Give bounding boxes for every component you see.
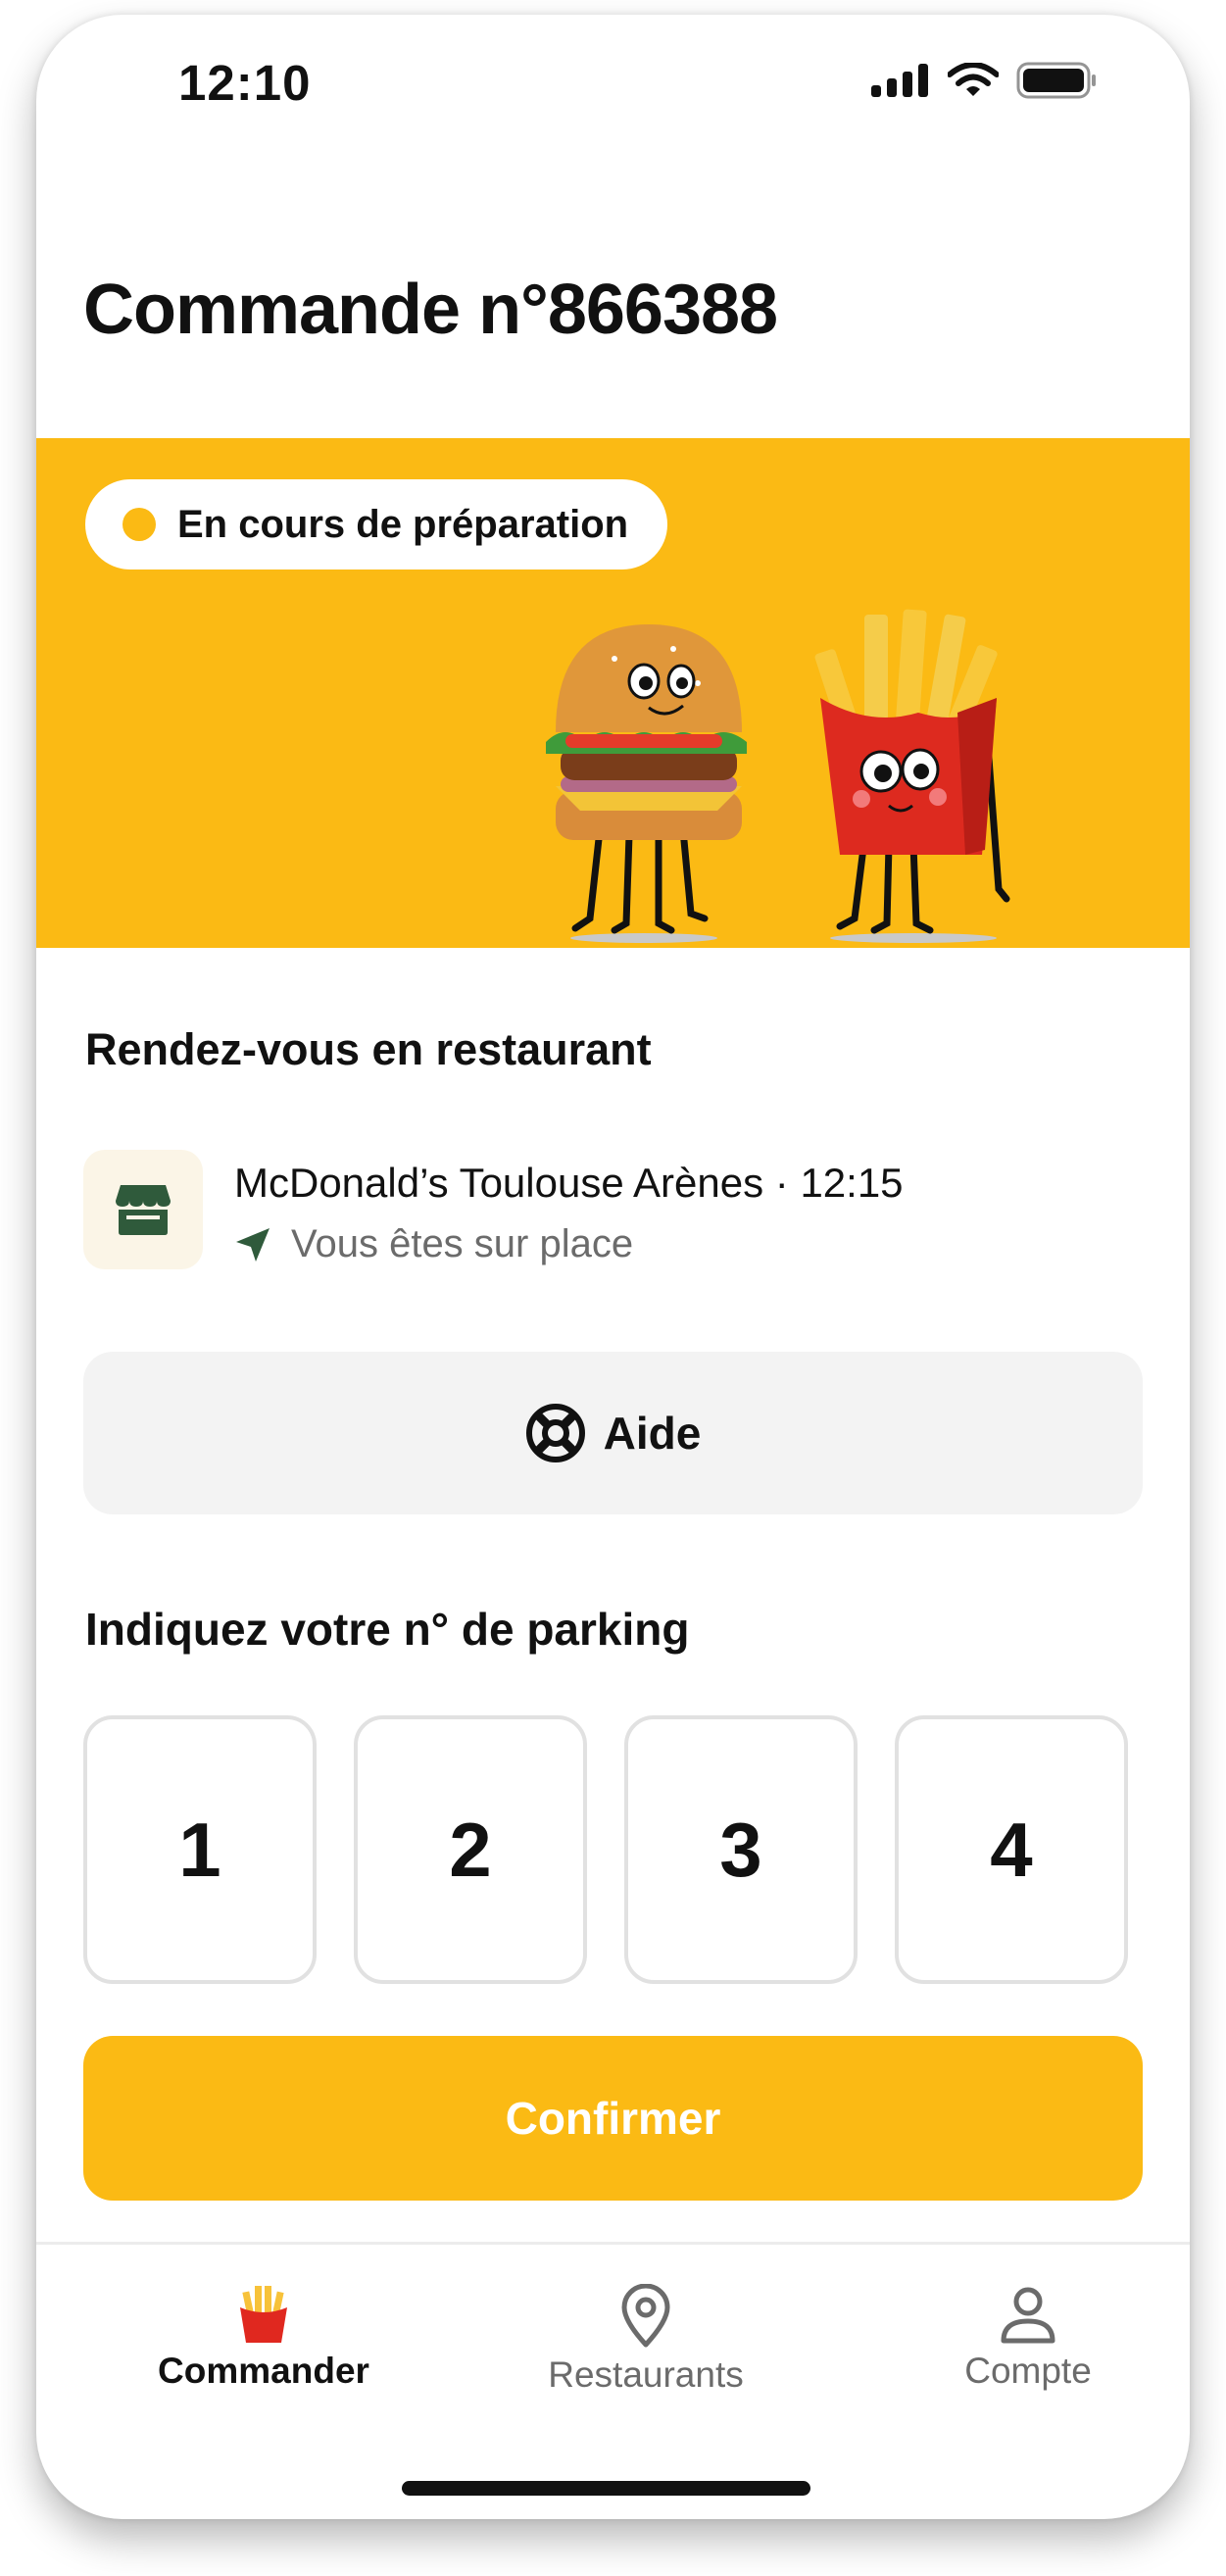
- burger-mascot-icon: [546, 624, 747, 943]
- help-button[interactable]: Aide: [83, 1352, 1143, 1514]
- parking-spot-option[interactable]: 1: [83, 1715, 317, 1984]
- battery-icon: [1016, 62, 1096, 99]
- user-icon: [1001, 2287, 1055, 2344]
- location-status: Vous êtes sur place: [234, 1222, 633, 1266]
- parking-spot-option[interactable]: 2: [354, 1715, 587, 1984]
- status-time: 12:10: [178, 55, 312, 111]
- tab-restaurants[interactable]: Restaurants: [489, 2284, 803, 2396]
- navigation-arrow-icon: [236, 1227, 270, 1262]
- store-icon: [116, 1185, 171, 1235]
- status-bar: 12:10: [36, 15, 1190, 152]
- meeting-heading: Rendez-vous en restaurant: [85, 1024, 652, 1074]
- parking-spot-option[interactable]: 4: [895, 1715, 1128, 1984]
- restaurant-name: McDonald’s Toulouse Arènes · 12:15: [234, 1160, 904, 1206]
- fries-mascot-icon: [814, 609, 1010, 943]
- cellular-signal-icon: [871, 64, 928, 97]
- status-badge-label: En cours de préparation: [177, 502, 629, 546]
- order-title: Commande n°866388: [83, 271, 778, 349]
- tab-commander[interactable]: Commander: [107, 2284, 420, 2392]
- order-status-banner: En cours de préparation: [36, 438, 1190, 948]
- status-badge: En cours de préparation: [85, 479, 668, 570]
- home-indicator[interactable]: [402, 2481, 810, 2496]
- status-dot-icon: [123, 508, 156, 541]
- wifi-icon: [948, 63, 999, 96]
- tab-bar-divider: [36, 2242, 1190, 2245]
- store-icon-tile: [83, 1150, 203, 1269]
- location-status-label: Vous êtes sur place: [291, 1222, 634, 1265]
- mascot-illustration: [546, 609, 1010, 943]
- fries-icon: [240, 2286, 287, 2343]
- parking-heading: Indiquez votre n° de parking: [85, 1604, 690, 1655]
- tab-restaurants-label: Restaurants: [548, 2354, 744, 2395]
- parking-spot-option[interactable]: 3: [624, 1715, 858, 1984]
- confirm-button[interactable]: Confirmer: [83, 2036, 1143, 2201]
- tab-compte[interactable]: Compte: [871, 2284, 1185, 2392]
- lifebuoy-icon: [525, 1404, 585, 1462]
- tab-compte-label: Compte: [964, 2351, 1092, 2391]
- status-icons: [871, 62, 1097, 99]
- map-pin-icon: [621, 2284, 670, 2348]
- help-button-label: Aide: [603, 1408, 702, 1459]
- parking-spot-selector: 1 2 3 4: [83, 1715, 1128, 1984]
- phone-frame: 12:10 Commande n°866388 En cours de prép…: [36, 15, 1190, 2519]
- tab-commander-label: Commander: [158, 2351, 369, 2391]
